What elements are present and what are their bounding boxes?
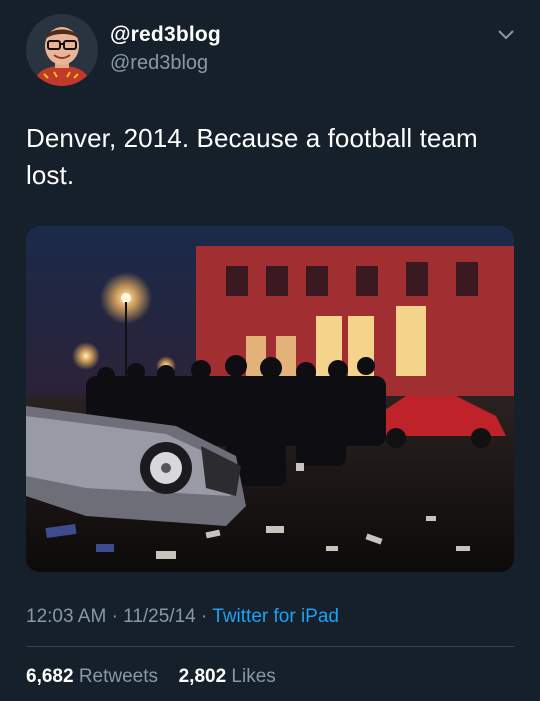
meta-separator: · [201,606,208,627]
retweets-count[interactable]: 6,682 [26,666,74,687]
chevron-down-icon[interactable] [496,28,516,42]
tweet-date[interactable]: 11/25/14 [123,606,196,627]
likes-label[interactable]: Likes [231,666,275,687]
retweets-label[interactable]: Retweets [79,666,158,687]
likes-count[interactable]: 2,802 [179,666,227,687]
tweet-time[interactable]: 12:03 AM [26,606,106,627]
tweet-card: @red3blog @red3blog Denver, 2014. Becaus… [0,0,540,701]
user-handle[interactable]: @red3blog [110,52,208,75]
display-name[interactable]: @red3blog [110,23,221,47]
tweet-meta: 12:03 AM · 11/25/14 · Twitter for iPad [26,606,339,628]
avatar[interactable] [26,14,98,86]
tweet-source-link[interactable]: Twitter for iPad [212,606,339,627]
divider [26,646,514,647]
tweet-stats: 6,682 Retweets 2,802 Likes [26,666,276,688]
tweet-photo[interactable] [26,226,514,572]
meta-separator: · [111,606,118,627]
tweet-text: Denver, 2014. Because a football team lo… [26,123,478,190]
